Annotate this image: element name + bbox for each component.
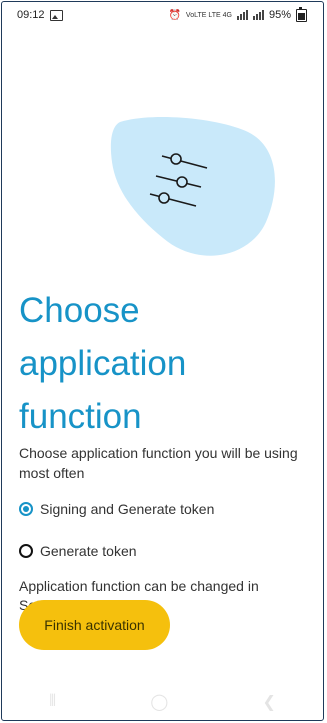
option-signing-and-generate-token[interactable]: Signing and Generate token xyxy=(19,501,214,517)
title-line-3: function xyxy=(19,397,142,436)
alarm-icon: ⏰ xyxy=(168,9,181,21)
radio-selected-icon[interactable] xyxy=(19,502,33,516)
page-title: Choose application function xyxy=(19,284,319,443)
radio-unselected-icon[interactable] xyxy=(19,544,33,558)
illustration-blob xyxy=(110,117,275,256)
system-nav-bar: ⦀ ◯ ❮ xyxy=(2,687,323,717)
page-description: Choose application function you will be … xyxy=(19,445,298,481)
title-line-2: application xyxy=(19,344,187,383)
network-type-label: VoLTE LTE 4G xyxy=(185,11,232,19)
title-line-1: Choose xyxy=(19,291,140,330)
signal-2-icon xyxy=(252,10,264,20)
status-bar: 09:12 ⏰ VoLTE LTE 4G 95% xyxy=(2,2,323,28)
option-label: Signing and Generate token xyxy=(40,501,215,517)
settings-illustration xyxy=(110,117,275,256)
option-generate-token[interactable]: Generate token xyxy=(19,543,137,559)
signal-icon xyxy=(236,10,248,20)
gallery-notification-icon xyxy=(49,9,63,21)
back-icon[interactable]: ❮ xyxy=(262,692,275,712)
finish-activation-button[interactable]: Finish activation xyxy=(19,600,170,650)
battery-icon xyxy=(296,6,307,22)
status-time: 09:12 xyxy=(17,9,45,21)
home-icon[interactable]: ◯ xyxy=(150,692,168,712)
battery-percent: 95% xyxy=(268,9,291,21)
app-frame: 09:12 ⏰ VoLTE LTE 4G 95% Choose applicat… xyxy=(1,1,324,721)
option-label: Generate token xyxy=(40,543,137,559)
recent-apps-icon[interactable]: ⦀ xyxy=(49,693,56,711)
